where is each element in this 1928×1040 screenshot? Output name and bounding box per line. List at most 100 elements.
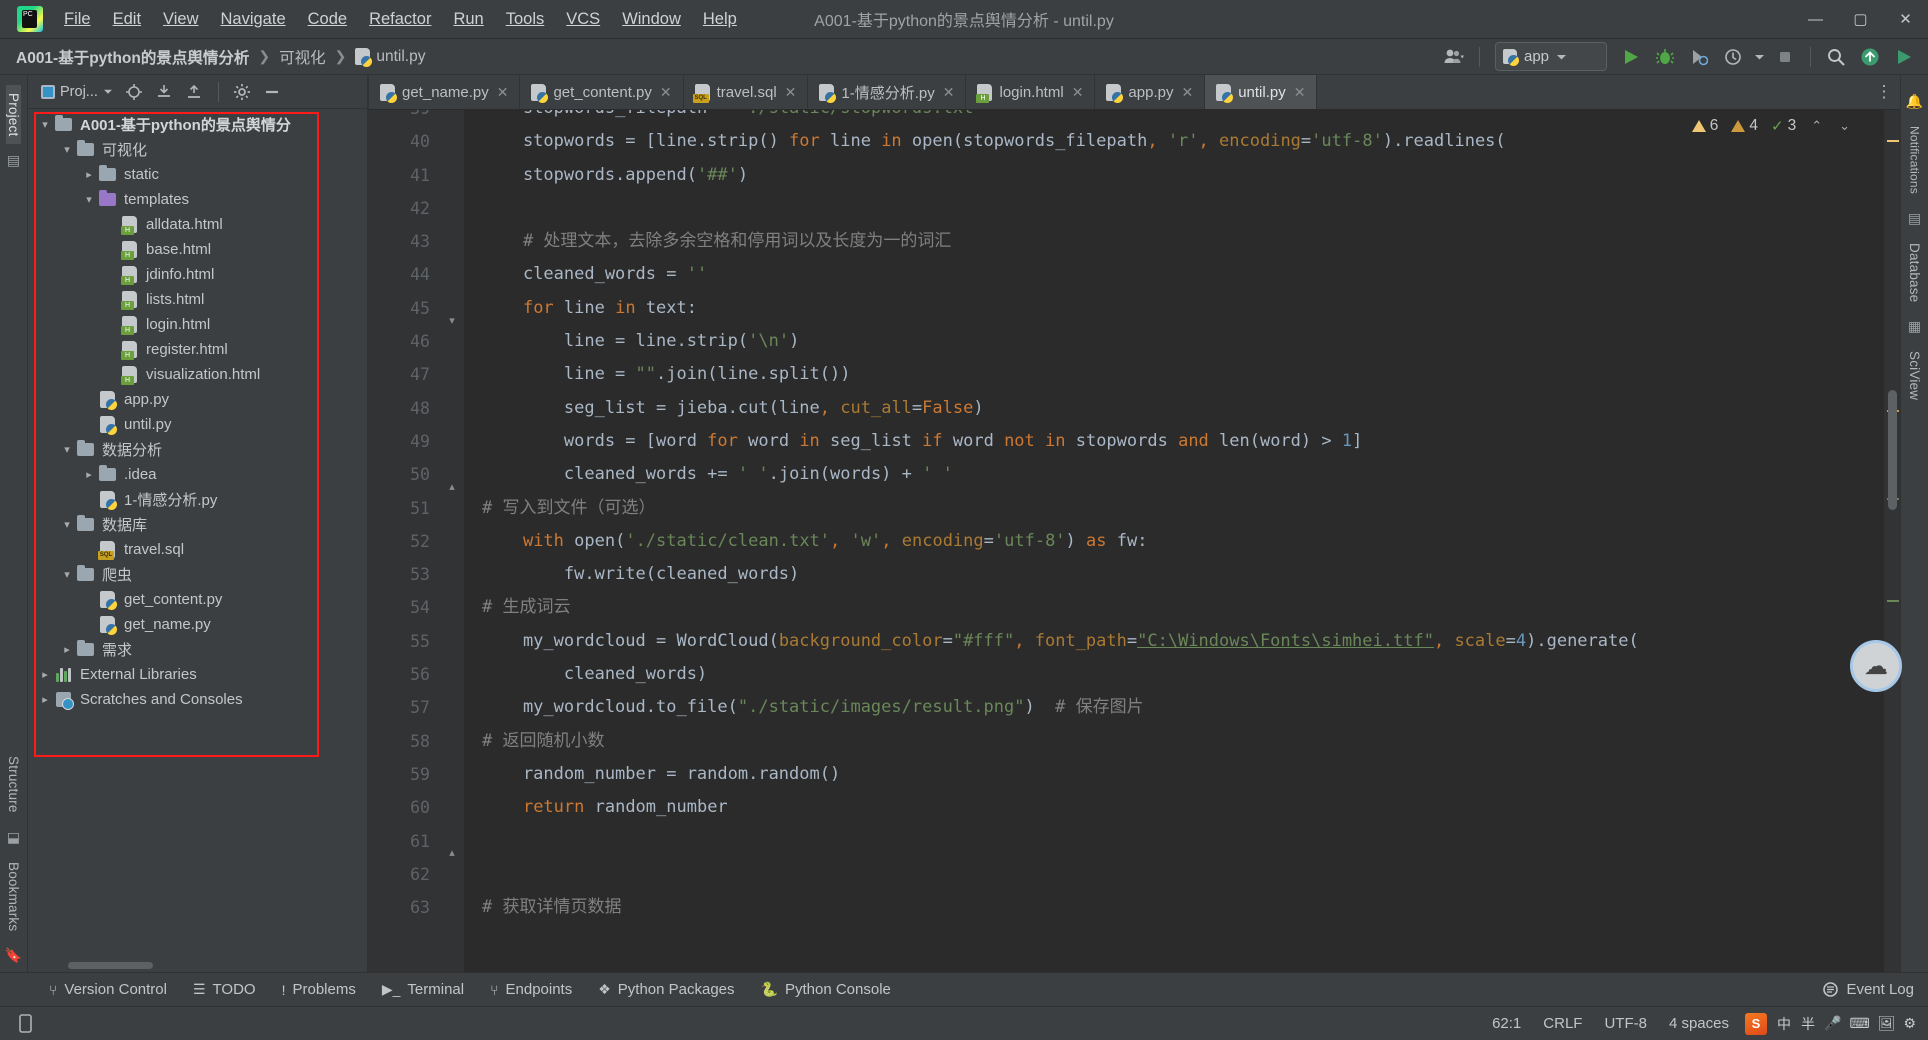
- chevron-right-icon[interactable]: ▸: [36, 693, 54, 706]
- menu-file[interactable]: File: [53, 7, 102, 32]
- chevron-right-icon[interactable]: ▸: [58, 643, 76, 656]
- breadcrumb-folder[interactable]: 可视化: [279, 46, 326, 68]
- tree-node[interactable]: ▸ static: [28, 162, 367, 187]
- stop-button[interactable]: [1769, 42, 1801, 72]
- warning-count[interactable]: 6: [1691, 117, 1718, 135]
- run-configuration-selector[interactable]: app: [1495, 42, 1607, 71]
- bottom-tab-endpoints[interactable]: ⑂ Endpoints: [477, 977, 585, 1002]
- tree-node[interactable]: ▸lists.html: [28, 287, 367, 312]
- editor-scrollbar[interactable]: [1884, 110, 1900, 972]
- weak-warning-count[interactable]: 4: [1731, 117, 1758, 135]
- chevron-down-icon[interactable]: ▾: [58, 143, 76, 156]
- scrollbar-thumb[interactable]: [1888, 390, 1897, 510]
- code-line[interactable]: my_wordcloud.to_file("./static/images/re…: [464, 691, 1884, 724]
- tree-node[interactable]: ▸app.py: [28, 387, 367, 412]
- editor-tab-1------py[interactable]: 1-情感分析.py ✕: [808, 75, 967, 109]
- tree-node[interactable]: ▾ A001-基于python的景点舆情分: [28, 112, 367, 137]
- code-line[interactable]: line = "".join(line.split()): [464, 358, 1884, 391]
- collapse-all-icon[interactable]: [181, 79, 208, 105]
- tree-node[interactable]: ▾ 数据库: [28, 512, 367, 537]
- tree-node[interactable]: ▸get_name.py: [28, 612, 367, 637]
- commit-icon[interactable]: ▤: [7, 152, 20, 169]
- breadcrumb-file[interactable]: until.py: [355, 48, 425, 67]
- tree-node[interactable]: ▾ 数据分析: [28, 437, 367, 462]
- fold-marker[interactable]: ▴: [446, 482, 458, 494]
- expand-all-icon[interactable]: [151, 79, 178, 105]
- code-line[interactable]: [464, 192, 1884, 225]
- menu-run[interactable]: Run: [442, 7, 494, 32]
- editor-tab-get-name-py[interactable]: get_name.py ✕: [368, 75, 521, 109]
- tree-node[interactable]: ▾ templates: [28, 187, 367, 212]
- editor-tab-get-content-py[interactable]: get_content.py ✕: [520, 75, 684, 109]
- chevron-down-icon[interactable]: ▾: [36, 118, 54, 131]
- breadcrumb-project[interactable]: A001-基于python的景点舆情分析: [16, 46, 249, 68]
- rail-structure-label[interactable]: Structure: [6, 748, 21, 821]
- code-line[interactable]: for line in text:: [464, 292, 1884, 325]
- editor-tab-travel-sql[interactable]: travel.sql ✕: [684, 75, 809, 109]
- image-icon[interactable]: 🖼: [1874, 1015, 1900, 1032]
- ime-width-toggle[interactable]: 半: [1796, 1014, 1820, 1034]
- typo-count[interactable]: ✓ 3: [1771, 117, 1796, 135]
- debug-button[interactable]: [1649, 42, 1681, 72]
- tree-node[interactable]: ▸ External Libraries: [28, 662, 367, 687]
- minimize-button[interactable]: —: [1793, 0, 1838, 39]
- tabs-overflow-icon[interactable]: ⋮: [1868, 75, 1900, 109]
- hide-panel-icon[interactable]: [259, 79, 286, 105]
- chevron-down-icon[interactable]: ▾: [58, 443, 76, 456]
- code-line[interactable]: # 处理文本，去除多余空格和停用词以及长度为一的词汇: [464, 225, 1884, 258]
- rail-sciview-label[interactable]: SciView: [1907, 343, 1922, 408]
- tab-close-icon[interactable]: ✕: [1072, 84, 1084, 101]
- code-line[interactable]: line = line.strip('\n'): [464, 325, 1884, 358]
- menu-window[interactable]: Window: [611, 7, 692, 32]
- rail-notifications-label[interactable]: Notifications: [1908, 118, 1922, 202]
- run-with-coverage-button[interactable]: [1683, 42, 1715, 72]
- code-editor[interactable]: 3940414243444546474849505152535455565758…: [368, 110, 1900, 972]
- next-problem-icon[interactable]: ⌄: [1837, 118, 1852, 134]
- code-folding-column[interactable]: ▾ ▴ ▴: [440, 110, 464, 972]
- line-separator[interactable]: CRLF: [1532, 1011, 1593, 1036]
- updates-icon[interactable]: [1854, 42, 1886, 72]
- database-table-icon[interactable]: ▤: [1908, 210, 1921, 227]
- bottom-tab-python-console[interactable]: 🐍 Python Console: [748, 977, 904, 1002]
- menu-refactor[interactable]: Refactor: [358, 7, 442, 32]
- bottom-tab-terminal[interactable]: ▶_ Terminal: [369, 977, 477, 1002]
- rail-bookmarks-label[interactable]: Bookmarks: [6, 854, 21, 939]
- code-line[interactable]: [464, 858, 1884, 891]
- code-line[interactable]: # 返回随机小数: [464, 725, 1884, 758]
- code-line[interactable]: random_number = random.random(): [464, 758, 1884, 791]
- code-line[interactable]: # 生成词云: [464, 591, 1884, 624]
- search-everywhere-icon[interactable]: [1820, 42, 1852, 72]
- bottom-tab-problems[interactable]: ! Problems: [269, 977, 369, 1002]
- status-layout-icon[interactable]: [12, 1014, 38, 1033]
- chevron-down-icon[interactable]: ▾: [80, 193, 98, 206]
- code-line[interactable]: cleaned_words += ' '.join(words) + ' ': [464, 458, 1884, 491]
- build-icon[interactable]: ⬓: [7, 829, 20, 846]
- user-profile-icon[interactable]: [1438, 42, 1470, 72]
- tab-close-icon[interactable]: ✕: [1181, 84, 1193, 101]
- menu-tools[interactable]: Tools: [495, 7, 556, 32]
- bottom-tab-python-packages[interactable]: ❖ Python Packages: [585, 977, 747, 1002]
- tree-node[interactable]: ▸base.html: [28, 237, 367, 262]
- menu-vcs[interactable]: VCS: [555, 7, 611, 32]
- menu-help[interactable]: Help: [692, 7, 748, 32]
- fold-marker[interactable]: ▴: [446, 848, 458, 860]
- tree-node[interactable]: ▸1-情感分析.py: [28, 487, 367, 512]
- code-line[interactable]: # 写入到文件（可选）: [464, 492, 1884, 525]
- code-line[interactable]: [464, 825, 1884, 858]
- ime-language-toggle[interactable]: 中: [1772, 1014, 1796, 1034]
- tree-node[interactable]: ▸alldata.html: [28, 212, 367, 237]
- profile-dropdown-icon[interactable]: [1751, 42, 1767, 72]
- menu-view[interactable]: View: [152, 7, 209, 32]
- tree-node[interactable]: ▸ 需求: [28, 637, 367, 662]
- tab-close-icon[interactable]: ✕: [943, 84, 955, 101]
- floating-assistant-icon[interactable]: ☁: [1850, 640, 1902, 692]
- editor-tab-login-html[interactable]: login.html ✕: [966, 75, 1096, 109]
- tab-close-icon[interactable]: ✕: [660, 84, 672, 101]
- rail-project-label[interactable]: Project: [6, 85, 21, 145]
- tree-node[interactable]: ▸travel.sql: [28, 537, 367, 562]
- tree-node[interactable]: ▸ .idea: [28, 462, 367, 487]
- mic-icon[interactable]: 🎤: [1820, 1015, 1845, 1032]
- chevron-right-icon[interactable]: ▸: [36, 668, 54, 681]
- sogou-ime-icon[interactable]: S: [1745, 1012, 1767, 1035]
- chevron-down-icon[interactable]: ▾: [58, 518, 76, 531]
